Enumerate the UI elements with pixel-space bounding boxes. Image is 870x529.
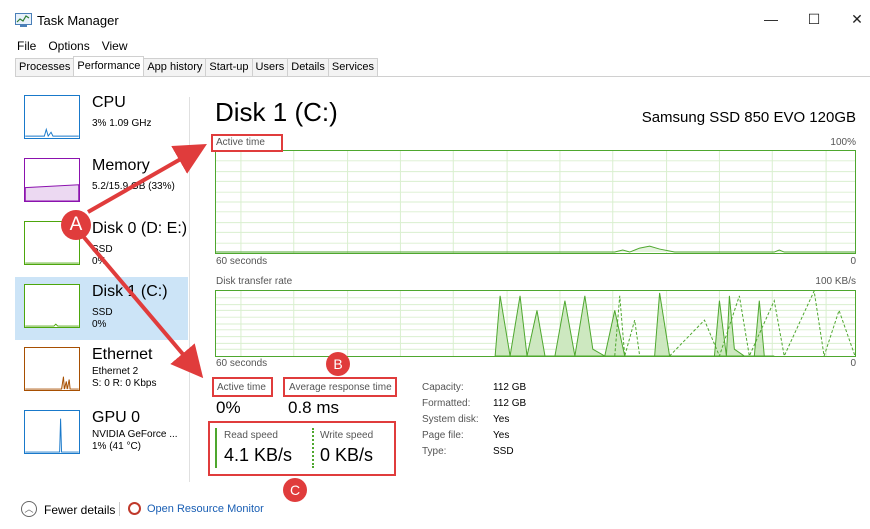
- info-key: Type:: [422, 446, 447, 457]
- sidebar-item-gpu-temp: 1% (41 °C): [92, 441, 142, 452]
- sidebar-item-usage: 0%: [92, 319, 107, 330]
- sidebar-item-disk-0[interactable]: Disk 0 (D: E:) SSD 0%: [15, 214, 188, 277]
- tab-performance[interactable]: Performance: [73, 56, 145, 76]
- sidebar-item-adapter: Ethernet 2: [92, 366, 139, 377]
- disk-1-thumbnail-graph: [24, 284, 80, 328]
- task-manager-icon: [15, 13, 32, 27]
- sidebar-item-detail: 3% 1.09 GHz: [92, 118, 152, 129]
- footer-divider: [119, 502, 120, 516]
- transfer-graph-max: 100 KB/s: [815, 276, 856, 287]
- close-button[interactable]: ✕: [842, 8, 870, 30]
- sidebar-item-gpu-0[interactable]: GPU 0 NVIDIA GeForce ... 1% (41 °C): [15, 403, 188, 466]
- time-span-label: 60 seconds: [216, 358, 268, 369]
- menu-options[interactable]: Options: [42, 36, 95, 56]
- window-title: Task Manager: [37, 13, 119, 28]
- transfer-graph-label: Disk transfer rate: [216, 276, 293, 287]
- info-row: System disk: Yes: [422, 412, 526, 428]
- disk-info-table: Capacity: 112 GB Formatted: 112 GB Syste…: [422, 380, 526, 460]
- sidebar-item-usage: 0%: [92, 256, 107, 267]
- graph-zero-label: 0: [850, 256, 856, 267]
- tab-start-up[interactable]: Start-up: [205, 58, 253, 76]
- sidebar-item-disk-1[interactable]: Disk 1 (C:) SSD 0%: [15, 277, 188, 340]
- annotation-box-active-time-graph: [211, 134, 283, 152]
- title-bar: Task Manager — ☐ ✕: [0, 0, 870, 34]
- info-key: Page file:: [422, 430, 464, 441]
- tab-users[interactable]: Users: [251, 58, 289, 76]
- resource-monitor-icon: [128, 502, 141, 515]
- memory-thumbnail-graph: [24, 158, 80, 202]
- sidebar-divider: [189, 97, 190, 482]
- cpu-thumbnail-graph: [24, 95, 80, 139]
- chevron-up-icon[interactable]: ︿: [21, 501, 37, 517]
- info-key: Formatted:: [422, 398, 471, 409]
- open-resource-monitor-link[interactable]: Open Resource Monitor: [147, 503, 264, 515]
- sidebar-item-label: CPU: [92, 94, 126, 111]
- info-value: 112 GB: [493, 398, 527, 409]
- avg-response-value: 0.8 ms: [288, 398, 340, 417]
- tab-processes[interactable]: Processes: [15, 58, 75, 76]
- tab-divider: [15, 76, 870, 77]
- graph-zero-label: 0: [850, 358, 856, 369]
- sidebar-item-label: Memory: [92, 157, 150, 174]
- maximize-button[interactable]: ☐: [799, 8, 829, 30]
- sidebar-item-label: GPU 0: [92, 409, 141, 426]
- resource-sidebar: CPU 3% 1.09 GHz Memory 5.2/15.9 GB (33%)…: [15, 88, 188, 466]
- time-span-label: 60 seconds: [216, 256, 268, 267]
- active-time-graph-max: 100%: [830, 137, 856, 148]
- page-title: Disk 1 (C:): [215, 97, 338, 127]
- annotation-badge-b: B: [326, 352, 350, 376]
- sidebar-item-label: Ethernet: [92, 346, 153, 363]
- sidebar-item-cpu[interactable]: CPU 3% 1.09 GHz: [15, 88, 188, 151]
- tab-strip: Processes Performance App history Start-…: [15, 56, 379, 76]
- gpu-thumbnail-graph: [24, 410, 80, 454]
- sidebar-item-label: Disk 1 (C:): [92, 283, 168, 300]
- sidebar-item-label: Disk 0 (D: E:): [92, 220, 188, 237]
- sidebar-item-type: SSD: [92, 244, 113, 255]
- sidebar-item-type: SSD: [92, 307, 113, 318]
- sidebar-item-throughput: S: 0 R: 0 Kbps: [92, 378, 157, 389]
- info-key: Capacity:: [422, 382, 464, 393]
- footer-bar: ︿ Fewer details Open Resource Monitor: [0, 498, 870, 522]
- sidebar-item-ethernet[interactable]: Ethernet Ethernet 2 S: 0 R: 0 Kbps: [15, 340, 188, 403]
- sidebar-item-gpu-name: NVIDIA GeForce ...: [92, 429, 178, 440]
- info-value: Yes: [493, 414, 510, 425]
- menu-bar: File Options View: [0, 36, 134, 56]
- menu-file[interactable]: File: [0, 36, 42, 56]
- annotation-badge-a: A: [61, 210, 91, 240]
- info-key: System disk:: [422, 414, 479, 425]
- tab-app-history[interactable]: App history: [143, 58, 207, 76]
- active-time-graph: [215, 150, 856, 254]
- info-row: Formatted: 112 GB: [422, 396, 526, 412]
- active-time-stat-value: 0%: [216, 398, 241, 417]
- info-row: Page file: Yes: [422, 428, 526, 444]
- info-row: Type: SSD: [422, 444, 526, 460]
- sidebar-item-memory[interactable]: Memory 5.2/15.9 GB (33%): [15, 151, 188, 214]
- transfer-rate-graph: [215, 290, 856, 357]
- info-value: 112 GB: [493, 382, 527, 393]
- tab-services[interactable]: Services: [327, 58, 379, 76]
- info-row: Capacity: 112 GB: [422, 380, 526, 396]
- annotation-box-active-time-stat: [212, 377, 273, 397]
- annotation-box-avg-response: [283, 377, 397, 397]
- ethernet-thumbnail-graph: [24, 347, 80, 391]
- tab-details[interactable]: Details: [287, 58, 329, 76]
- minimize-button[interactable]: —: [756, 8, 786, 30]
- sidebar-item-detail: 5.2/15.9 GB (33%): [92, 181, 175, 192]
- menu-view[interactable]: View: [96, 36, 134, 56]
- info-value: SSD: [493, 446, 514, 457]
- annotation-box-speeds: [208, 421, 396, 476]
- fewer-details-link[interactable]: Fewer details: [44, 503, 115, 517]
- info-value: Yes: [493, 430, 510, 441]
- disk-model: Samsung SSD 850 EVO 120GB: [641, 109, 856, 126]
